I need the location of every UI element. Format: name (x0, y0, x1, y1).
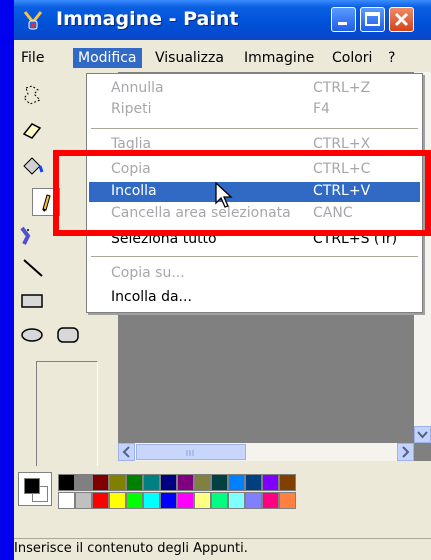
rectangle-tool[interactable] (18, 286, 46, 314)
menu-help[interactable]: ? (383, 48, 400, 68)
menu-incolla-da-label: Incolla da... (111, 289, 192, 305)
status-text: Inserisce il contenuto degli Appunti. (14, 541, 248, 556)
palette-swatch[interactable] (126, 474, 143, 491)
palette-swatch[interactable] (279, 492, 296, 509)
ellipse-icon (21, 328, 43, 342)
palette-swatch[interactable] (245, 492, 262, 509)
palette-swatch[interactable] (194, 474, 211, 491)
close-button[interactable] (389, 7, 414, 32)
palette-swatch[interactable] (92, 492, 109, 509)
palette-swatch[interactable] (75, 474, 92, 491)
menu-annulla-shortcut: CTRL+Z (313, 80, 371, 96)
palette-swatch[interactable] (160, 492, 177, 509)
fill-tool[interactable] (18, 152, 46, 180)
rectangle-icon (21, 294, 43, 308)
paint-window: Immagine - Paint File Modifica Visualizz… (14, 0, 431, 560)
palette-swatch[interactable] (109, 492, 126, 509)
menu-file[interactable]: File (16, 48, 49, 68)
palette-swatch[interactable] (211, 474, 228, 491)
palette-swatch[interactable] (160, 474, 177, 491)
fill-icon (23, 157, 44, 175)
mouse-pointer-icon (215, 182, 233, 208)
scroll-right-button[interactable] (397, 443, 414, 461)
menu-copia-su[interactable]: Copia su... (89, 264, 420, 284)
chevron-down-icon (417, 431, 428, 439)
rounded-rectangle-tool[interactable] (54, 320, 82, 348)
current-colors[interactable] (18, 472, 52, 506)
menu-colori[interactable]: Colori (327, 48, 377, 68)
eraser-tool[interactable] (18, 116, 46, 144)
maximize-icon (365, 12, 380, 26)
scroll-left-button[interactable] (118, 443, 135, 461)
maximize-button[interactable] (360, 7, 385, 32)
eraser-icon (22, 123, 42, 139)
palette-swatch[interactable] (58, 474, 75, 491)
airbrush-icon (20, 226, 31, 245)
grip-icon (186, 450, 194, 456)
menu-separator (91, 128, 418, 129)
horizontal-scroll-thumb[interactable] (136, 444, 246, 460)
palette-swatch[interactable] (143, 492, 160, 509)
chevron-left-icon (122, 446, 130, 458)
palette-swatch[interactable] (177, 492, 194, 509)
palette-swatch[interactable] (211, 492, 228, 509)
palette-swatch[interactable] (245, 474, 262, 491)
palette-swatch[interactable] (126, 492, 143, 509)
menu-annulla-label: Annulla (111, 80, 164, 96)
free-select-tool[interactable] (18, 82, 46, 110)
menu-incolla-da[interactable]: Incolla da... (89, 288, 420, 308)
line-tool[interactable] (18, 254, 46, 282)
palette-swatch[interactable] (262, 492, 279, 509)
menu-ripeti[interactable]: Ripeti F4 (89, 100, 420, 120)
status-bar: Inserisce il contenuto degli Appunti. (14, 538, 431, 560)
primary-color-swatch (24, 478, 40, 494)
menu-copia-su-label: Copia su... (111, 265, 185, 281)
horizontal-scrollbar[interactable] (118, 443, 414, 461)
palette-swatch[interactable] (92, 474, 109, 491)
tool-options-box[interactable] (36, 361, 98, 483)
palette-swatch[interactable] (58, 492, 75, 509)
line-icon (23, 259, 43, 277)
title-bar[interactable]: Immagine - Paint (14, 0, 431, 40)
paint-icon (22, 9, 44, 31)
palette-swatch[interactable] (279, 474, 296, 491)
palette-swatch[interactable] (177, 474, 194, 491)
menu-visualizza[interactable]: Visualizza (150, 48, 229, 68)
menu-ripeti-shortcut: F4 (313, 101, 330, 117)
free-select-icon (23, 85, 41, 105)
window-title: Immagine - Paint (56, 8, 239, 30)
palette-swatch[interactable] (228, 492, 245, 509)
menu-bar: File Modifica Visualizza Immagine Colori… (14, 45, 431, 71)
palette-swatch[interactable] (143, 474, 160, 491)
callout-highlight-box (53, 150, 431, 236)
minimize-button[interactable] (331, 7, 356, 32)
color-palette (14, 466, 431, 518)
airbrush-tool[interactable] (16, 222, 44, 250)
menu-annulla[interactable]: Annulla CTRL+Z (89, 79, 420, 99)
scroll-down-button[interactable] (414, 426, 431, 443)
ellipse-tool[interactable] (18, 320, 46, 348)
minimize-icon (338, 22, 347, 25)
close-icon (394, 12, 409, 27)
menu-immagine[interactable]: Immagine (239, 48, 319, 68)
menu-separator (91, 256, 418, 257)
palette-swatch[interactable] (228, 474, 245, 491)
palette-swatch[interactable] (75, 492, 92, 509)
chevron-right-icon (402, 446, 410, 458)
rounded-rectangle-icon (57, 327, 79, 343)
menu-ripeti-label: Ripeti (111, 101, 152, 117)
palette-swatch[interactable] (262, 474, 279, 491)
palette-swatch[interactable] (194, 492, 211, 509)
menu-modifica[interactable]: Modifica (73, 48, 142, 68)
palette-swatch[interactable] (109, 474, 126, 491)
